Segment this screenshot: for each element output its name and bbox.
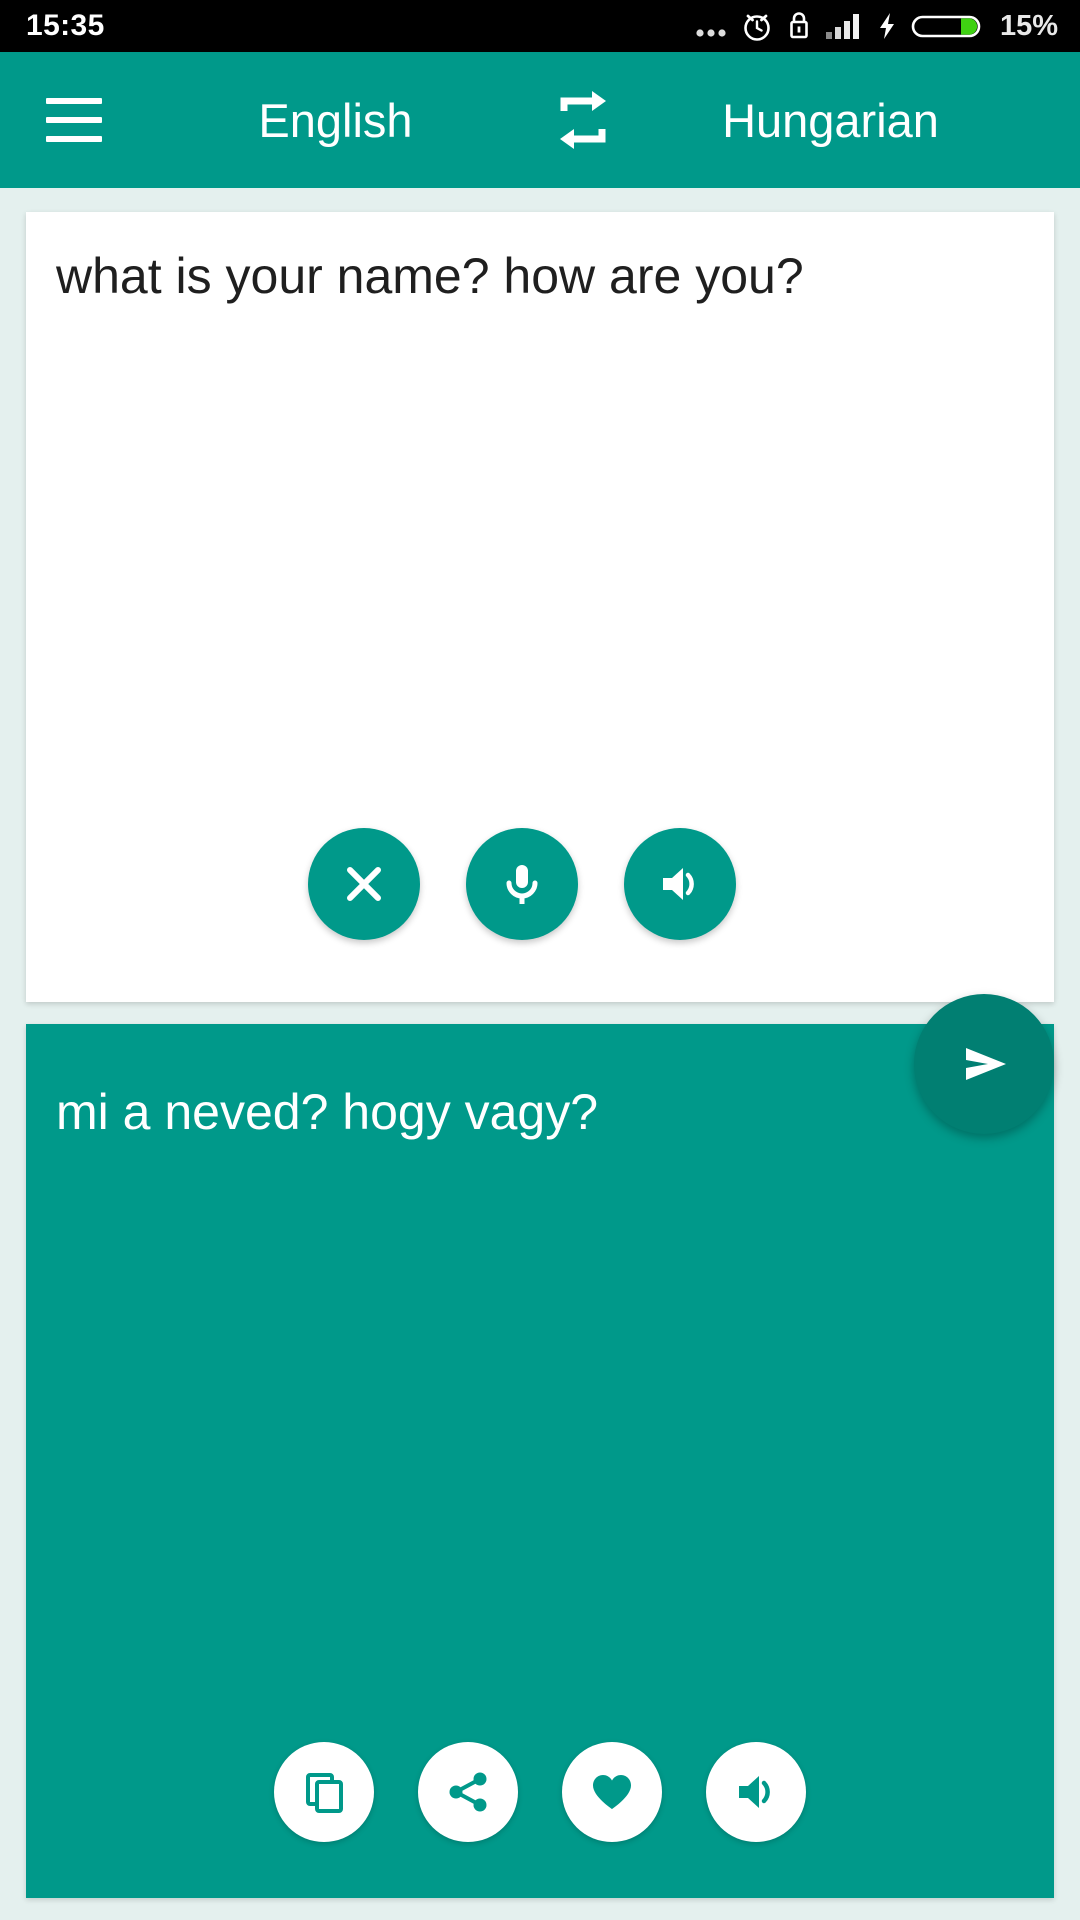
- speak-source-button[interactable]: [624, 828, 736, 940]
- microphone-icon: [506, 865, 538, 904]
- speaker-icon: [739, 1776, 770, 1808]
- alarm-clock-icon: [744, 14, 770, 41]
- mic-button[interactable]: [466, 828, 578, 940]
- menu-line: [46, 136, 102, 142]
- source-language-selector[interactable]: English: [126, 93, 545, 148]
- target-language-selector[interactable]: Hungarian: [621, 93, 1040, 148]
- speaker-icon: [663, 868, 694, 900]
- signal-bars-icon: [825, 14, 859, 39]
- lock-icon: [790, 12, 808, 39]
- translation-result-text[interactable]: mi a neved? hogy vagy?: [56, 1082, 1024, 1143]
- source-action-row: [56, 828, 1024, 1002]
- share-button[interactable]: [418, 1742, 518, 1842]
- favorite-button[interactable]: [562, 1742, 662, 1842]
- source-text-input[interactable]: what is your name? how are you?: [56, 246, 1024, 307]
- charging-bolt-icon: [879, 13, 894, 39]
- source-text-card: what is your name? how are you?: [26, 212, 1054, 1002]
- result-action-row: [56, 1742, 1024, 1898]
- translator-body: what is your name? how are you? mi a nev…: [0, 188, 1080, 1920]
- battery-percentage: 15%: [999, 9, 1058, 42]
- copy-button[interactable]: [274, 1742, 374, 1842]
- app-bar: English Hungarian: [0, 52, 1080, 188]
- translation-result-card: mi a neved? hogy vagy?: [26, 1024, 1054, 1898]
- hamburger-menu-icon[interactable]: [46, 98, 102, 142]
- speak-result-button[interactable]: [706, 1742, 806, 1842]
- share-icon: [449, 1772, 487, 1812]
- more-dots-icon: [696, 29, 726, 37]
- clear-button[interactable]: [308, 828, 420, 940]
- close-icon: [347, 867, 381, 901]
- battery-icon: [911, 15, 981, 38]
- swap-languages-icon[interactable]: [545, 82, 621, 158]
- status-bar: 15:35 15%: [0, 0, 1080, 52]
- copy-icon: [306, 1773, 343, 1813]
- menu-line: [46, 98, 102, 104]
- heart-icon: [593, 1775, 631, 1809]
- status-clock: 15:35: [26, 9, 105, 42]
- status-icons: 15%: [694, 9, 1058, 43]
- send-translate-button[interactable]: [914, 994, 1054, 1134]
- send-icon: [966, 1048, 1006, 1080]
- menu-line: [46, 117, 102, 123]
